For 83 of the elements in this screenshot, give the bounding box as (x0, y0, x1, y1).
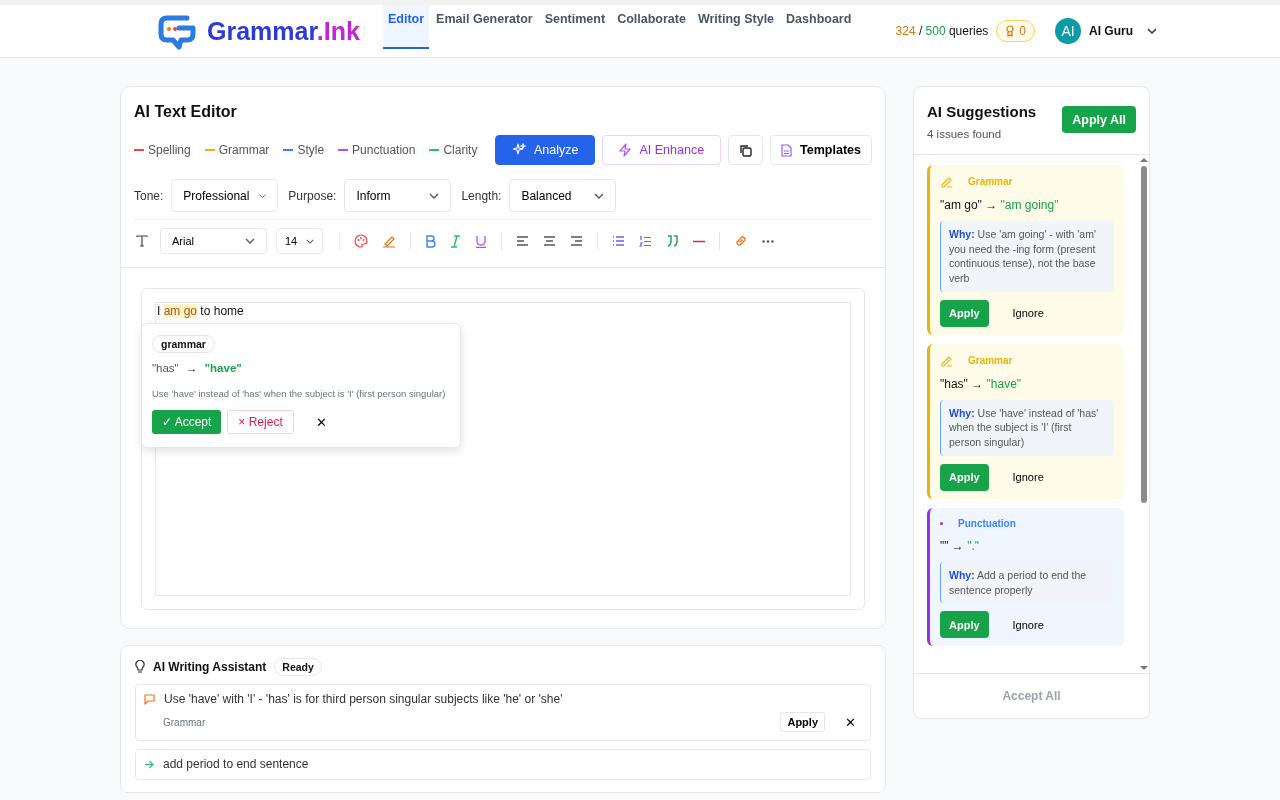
analyze-button[interactable]: Analyze (494, 135, 596, 165)
align-left-icon[interactable] (516, 236, 529, 246)
brand-name: Grammar.Ink (207, 16, 360, 46)
close-button[interactable]: ✕ (309, 413, 333, 431)
reject-button[interactable]: × Reject (227, 410, 294, 435)
link-icon[interactable] (734, 234, 748, 248)
legend-item: Grammar (204, 143, 270, 157)
select-label: Length: (461, 188, 502, 203)
select-dropdown[interactable]: Balanced (509, 179, 617, 212)
assistant-title: AI Writing Assistant (153, 660, 267, 674)
apply-button[interactable]: Apply (780, 712, 825, 732)
nav-tab[interactable]: Dashboard (781, 5, 857, 49)
bold-icon[interactable] (425, 234, 436, 248)
reason-text: Why: Use 'have' instead of 'has' when the subject is 'I' (first person singular) (940, 399, 1114, 456)
font-dropdown[interactable]: Arial (160, 228, 267, 254)
pencil-icon (940, 175, 953, 188)
legend-item: Clarity (429, 143, 478, 157)
change-text: "am go" → "am going" (940, 198, 1060, 212)
reason-text: Why: Add a period to end the sentence properly (940, 561, 1114, 604)
highlighter-icon[interactable] (382, 234, 396, 248)
select-label: Tone: (134, 188, 164, 203)
nav-tab[interactable]: Editor (383, 5, 430, 49)
copy-icon (739, 143, 753, 157)
horizontal-rule-icon[interactable] (693, 239, 705, 243)
suggestion-text: Use 'have' with 'I' - 'has' is for third person singular subjects like 'he' or 'she' (164, 692, 563, 706)
palette-icon[interactable] (354, 234, 368, 248)
enhance-button[interactable]: AI Enhance (602, 135, 722, 165)
ignore-button[interactable]: Ignore (1006, 306, 1050, 321)
panel-title: AI Suggestions (927, 103, 1037, 120)
category-label: Grammar (968, 354, 1013, 366)
comment-icon (144, 693, 155, 705)
change-text: "has" → "have" (940, 376, 1023, 391)
select-label: Purpose: (288, 188, 337, 203)
document-icon (781, 143, 793, 157)
lightbulb-icon (135, 660, 145, 674)
align-center-icon[interactable] (543, 236, 556, 246)
chevron-down-icon (259, 192, 267, 199)
query-usage: 324 / 500 queries (895, 24, 989, 38)
underline-icon[interactable] (475, 234, 487, 248)
change-text: "has" → "have" (152, 362, 243, 374)
issue-count: 4 issues found (927, 128, 1003, 140)
editor-title: AI Text Editor (134, 103, 238, 121)
suggestion-note: Use 'have' instead of 'has' when the subject is 'I' (first person singular) (152, 387, 447, 401)
legend-item: Spelling (134, 143, 191, 157)
chevron-down-icon (306, 238, 314, 244)
nav-tab[interactable]: Collaborate (612, 5, 691, 49)
nav-tab[interactable]: Sentiment (539, 5, 611, 49)
more-icon[interactable] (762, 239, 774, 243)
italic-icon[interactable] (450, 234, 461, 248)
chevron-down-icon[interactable] (1147, 28, 1157, 34)
templates-button[interactable]: Templates (770, 135, 872, 165)
suggestion-text: add period to end sentence (163, 757, 309, 771)
nav-tab[interactable]: Email Generator (431, 5, 538, 49)
chevron-down-icon (245, 238, 255, 244)
category-label: Grammar (968, 176, 1013, 187)
legend-item: Style (283, 143, 325, 157)
sparkle-icon (511, 143, 526, 157)
numbered-list-icon[interactable] (639, 235, 652, 247)
ignore-button[interactable]: Ignore (1006, 617, 1050, 632)
text-icon (136, 235, 148, 247)
legend-item: Punctuation (338, 143, 416, 157)
copy-button[interactable] (728, 135, 764, 165)
nav-tab[interactable]: Writing Style (692, 5, 780, 49)
select-dropdown[interactable]: Professional (171, 179, 279, 212)
change-text: "" → "." (940, 538, 981, 553)
dismiss-button[interactable]: ✕ (839, 713, 862, 731)
reason-text: Why: Use 'am going' - with 'am' you need the -ing form (present continuous tense), not the base verb (940, 221, 1114, 292)
quote-icon[interactable] (666, 235, 679, 247)
user-name[interactable]: AI Guru (1089, 24, 1133, 38)
select-dropdown[interactable]: Inform (344, 179, 452, 212)
chevron-down-icon (594, 192, 605, 199)
lightning-icon (619, 143, 632, 157)
size-dropdown[interactable]: 14 (276, 228, 323, 254)
ignore-button[interactable]: Ignore (1006, 470, 1050, 485)
bullet-list-icon[interactable] (612, 236, 625, 246)
category-label: Grammar (163, 716, 206, 728)
align-right-icon[interactable] (570, 236, 583, 246)
editor-text: I am go to home (156, 303, 245, 318)
arrow-right-icon (144, 759, 154, 769)
award-badge: 0 (996, 20, 1035, 42)
category-label: Punctuation (958, 517, 1016, 529)
chevron-down-icon (429, 192, 440, 199)
dot-icon (940, 521, 943, 525)
